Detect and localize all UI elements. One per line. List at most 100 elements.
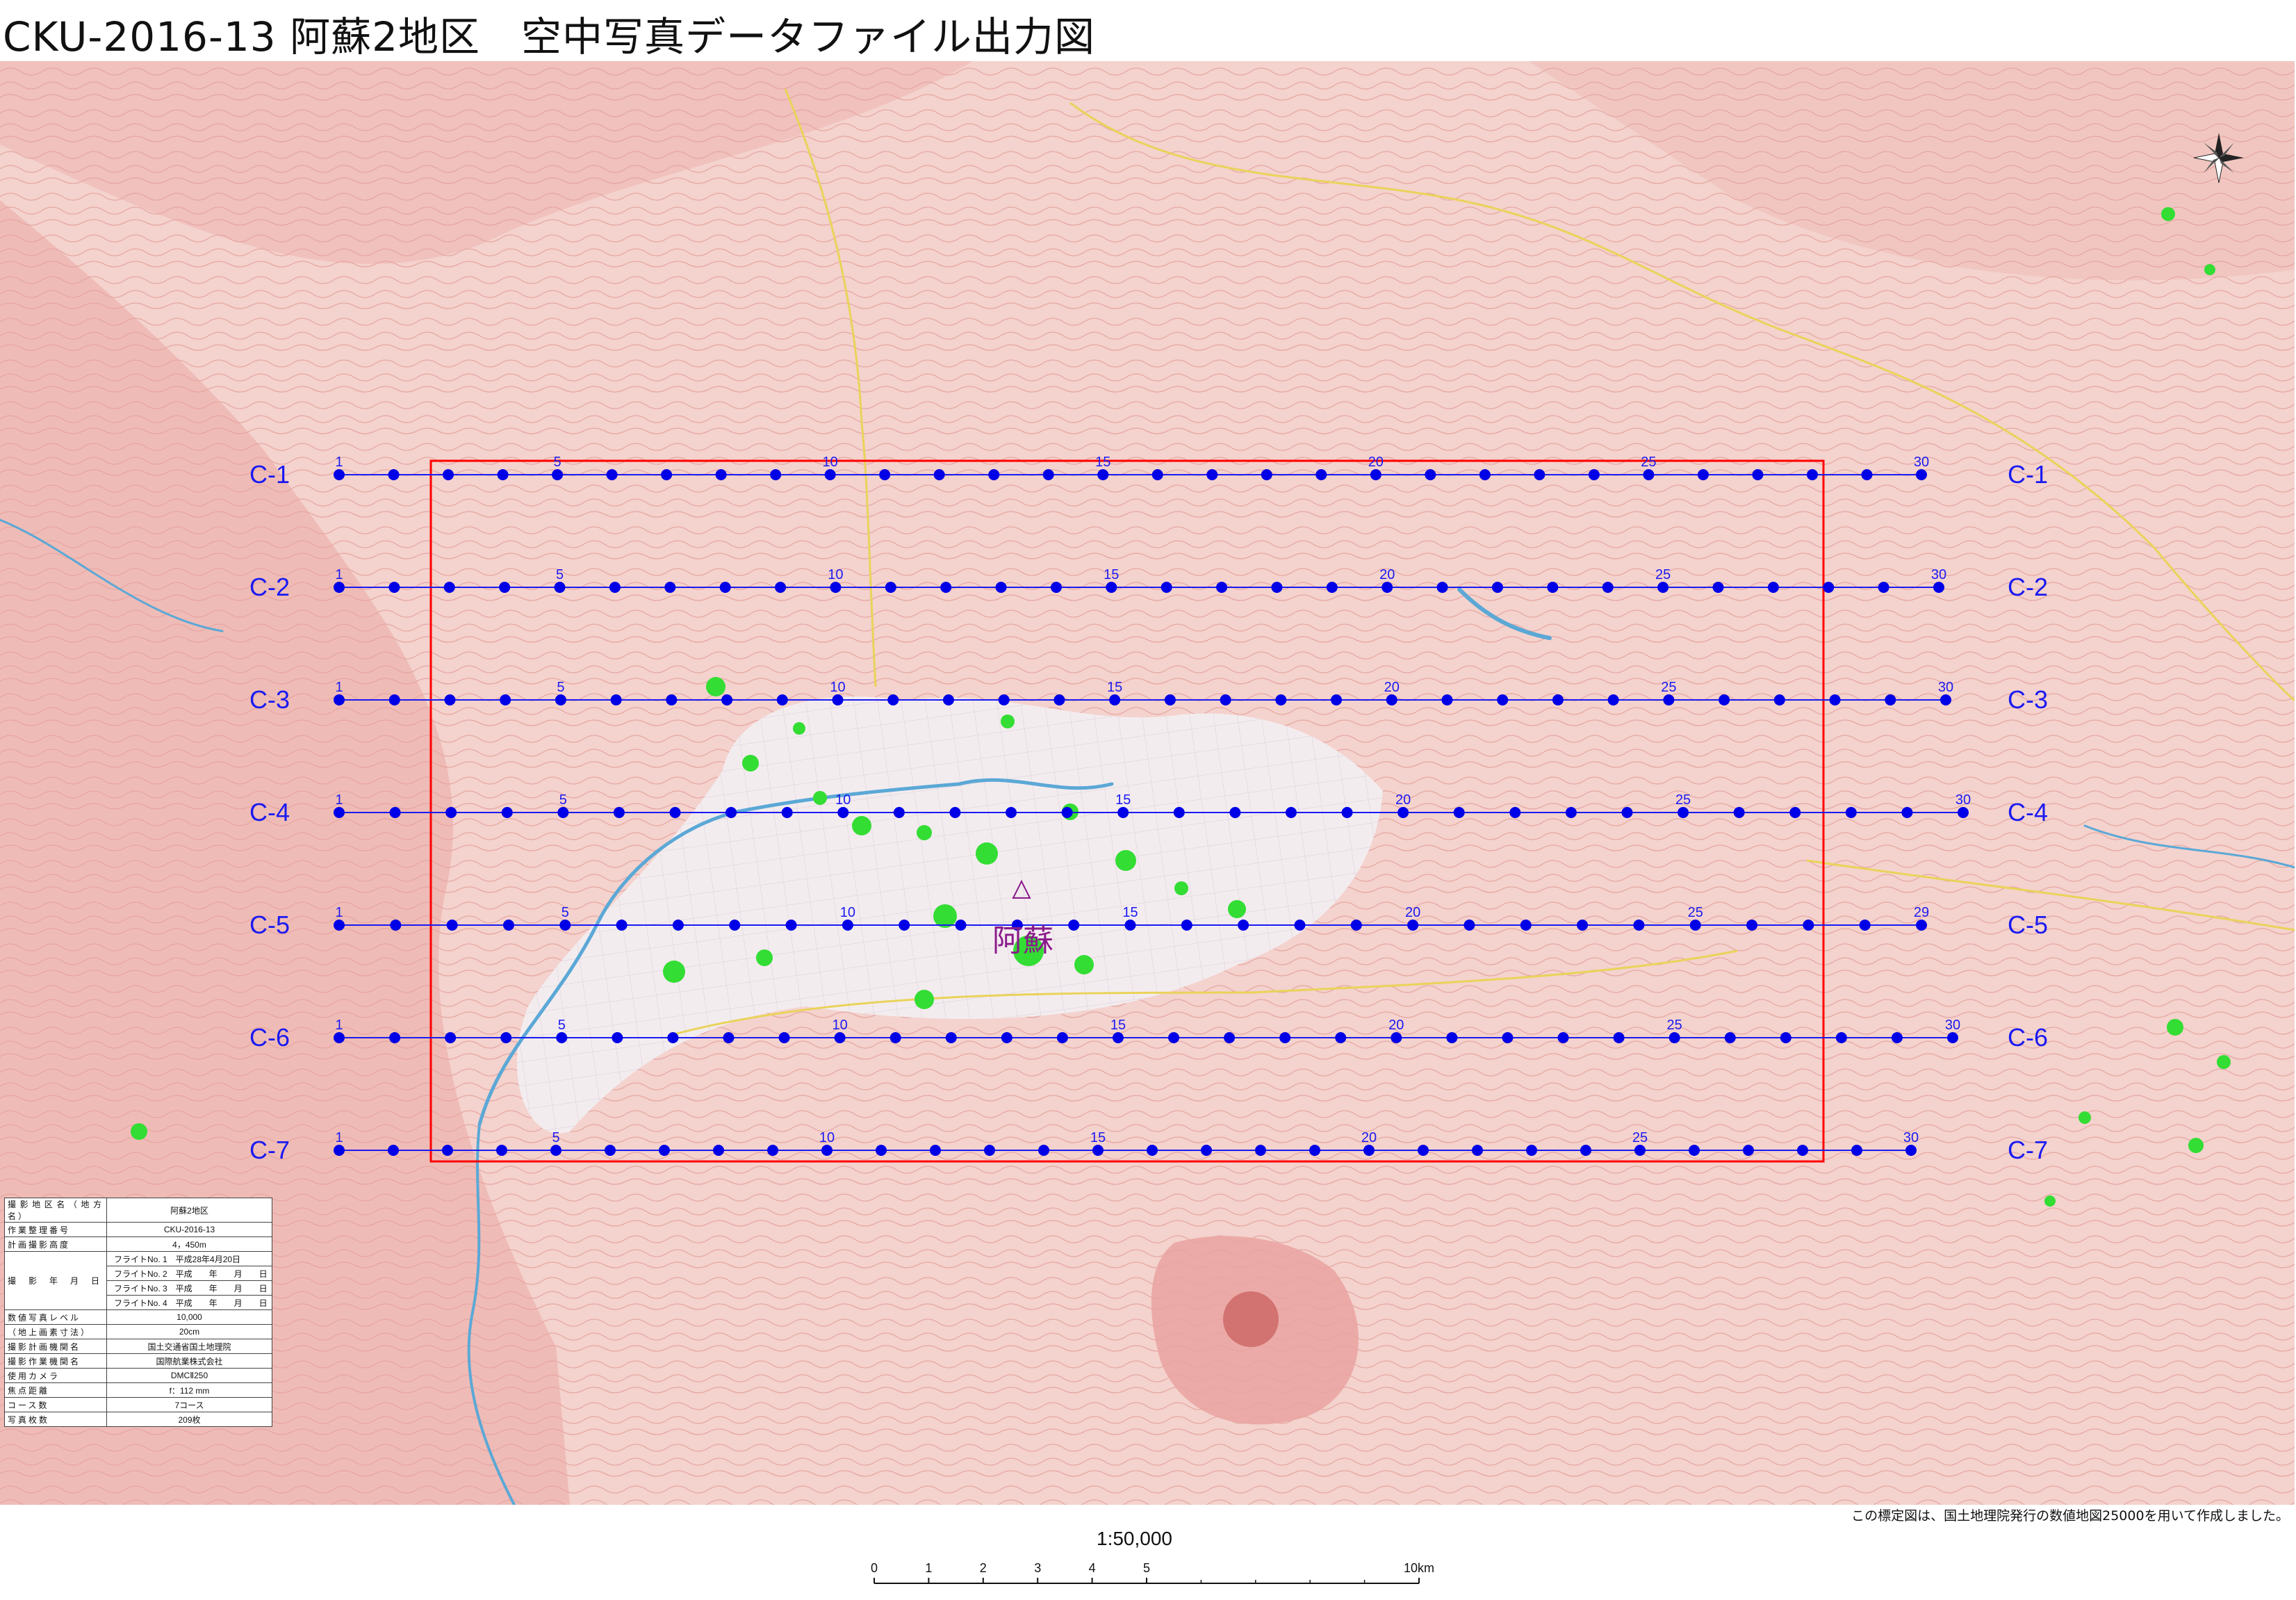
photo-point (1112, 1032, 1124, 1043)
photo-point (1275, 694, 1287, 705)
photo-number-label: 5 (556, 567, 564, 582)
photo-point (334, 920, 345, 931)
photo-point (1161, 582, 1172, 593)
photo-point (334, 694, 345, 705)
info-key: 撮 影 年 月 日 (4, 1251, 107, 1310)
photo-point (1061, 807, 1073, 818)
scale-label: 4 (1089, 1561, 1096, 1575)
photo-number-label: 15 (1122, 905, 1138, 920)
photo-number-label: 30 (1903, 1130, 1919, 1145)
photo-point (776, 694, 788, 705)
photo-number-label: 30 (1955, 792, 1971, 808)
photo-point (1370, 469, 1381, 480)
photo-point (388, 694, 400, 705)
photo-point (559, 920, 571, 931)
photo-number-label: 20 (1368, 455, 1384, 470)
photo-point (775, 582, 787, 593)
photo-point (334, 469, 345, 480)
photo-point (1577, 920, 1589, 931)
photo-number-label: 20 (1379, 567, 1395, 582)
info-key: 数値写真レベル (4, 1309, 107, 1325)
photo-point (1201, 1145, 1212, 1156)
photo-point (500, 1032, 512, 1043)
photo-number-label: 25 (1675, 792, 1691, 808)
photo-point (930, 1145, 941, 1156)
info-key: 使用カメラ (4, 1368, 107, 1383)
photo-point (949, 807, 961, 818)
photo-number-label: 15 (1095, 455, 1110, 470)
photo-point (616, 920, 628, 931)
photo-point (1381, 582, 1393, 593)
course-label-right: C-1 (2008, 460, 2048, 489)
photo-point (1463, 920, 1475, 931)
photo-point (1552, 694, 1564, 705)
photo-number-label: 5 (557, 680, 564, 695)
photo-number-label: 15 (1090, 1130, 1106, 1145)
photo-point (1901, 807, 1913, 818)
photo-point (767, 1145, 778, 1156)
photo-number-label: 5 (558, 1018, 566, 1033)
photo-point (1147, 1145, 1158, 1156)
photo-point (1885, 694, 1896, 705)
photo-point (334, 807, 345, 818)
photo-point (497, 469, 509, 480)
course-label-left: C-7 (249, 1136, 290, 1164)
info-key: （地上画素寸法） (4, 1324, 107, 1339)
photo-point (1279, 1032, 1291, 1043)
photo-point (1001, 1032, 1012, 1043)
photo-point (1851, 1145, 1862, 1156)
photo-point (1557, 1032, 1569, 1043)
photo-number-label: 10 (819, 1130, 835, 1145)
photo-point (1151, 469, 1163, 480)
info-value: 209枚 (106, 1412, 272, 1427)
photo-point (606, 469, 618, 480)
photo-point (887, 694, 899, 705)
photo-point (876, 1145, 887, 1156)
photo-point (1520, 920, 1532, 931)
photo-point (1719, 694, 1730, 705)
course-label-left: C-5 (249, 911, 290, 939)
photo-point (1261, 469, 1272, 480)
photo-point (555, 694, 566, 705)
photo-point (1823, 582, 1835, 593)
photo-number-label: 20 (1395, 792, 1411, 808)
photo-point (443, 469, 454, 480)
photo-point (1068, 920, 1080, 931)
photo-point (1845, 807, 1857, 818)
photo-point (1042, 469, 1054, 480)
photo-point (443, 582, 455, 593)
course-label-right: C-4 (2008, 798, 2048, 826)
photo-point (940, 582, 952, 593)
photo-point (1271, 582, 1283, 593)
photo-point (1663, 694, 1675, 705)
photo-number-label: 30 (1945, 1018, 1960, 1033)
info-key: コース数 (4, 1397, 107, 1412)
photo-number-label: 25 (1655, 567, 1671, 582)
photo-number-label: 20 (1405, 905, 1420, 920)
photo-point (1491, 582, 1503, 593)
photo-point (942, 694, 954, 705)
photo-point (1602, 582, 1614, 593)
photo-point (390, 920, 402, 931)
info-key: 焦点距離 (4, 1382, 107, 1398)
photo-point (723, 1032, 735, 1043)
photo-point (554, 582, 566, 593)
photo-point (1050, 582, 1062, 593)
photo-point (1220, 694, 1231, 705)
photo-point (1634, 1145, 1646, 1156)
photo-point (725, 807, 737, 818)
photo-point (1255, 1145, 1266, 1156)
photo-point (988, 469, 1000, 480)
photo-point (334, 1032, 345, 1043)
photo-point (899, 920, 910, 931)
photo-point (715, 469, 727, 480)
info-value: フライトNo. 2 平成 年 月 日 (106, 1266, 272, 1281)
photo-number-label: 25 (1641, 455, 1656, 470)
photo-point (1053, 694, 1065, 705)
photo-point (1797, 1145, 1808, 1156)
scale-label: 2 (980, 1561, 987, 1575)
photo-point (388, 1145, 399, 1156)
photo-point (1689, 1145, 1700, 1156)
scale-bar: 0 1 2 3 4 5 10km (871, 1561, 1434, 1584)
photo-point (1229, 807, 1241, 818)
